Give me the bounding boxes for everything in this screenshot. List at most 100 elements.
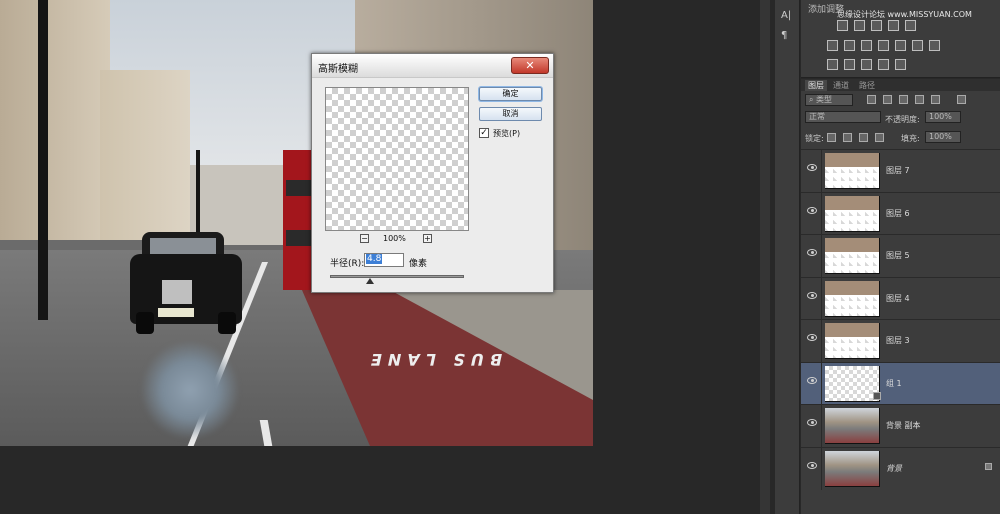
invert-icon[interactable] [827,59,838,70]
radius-unit: 像素 [409,259,428,269]
fill-input[interactable]: 100% [925,131,961,143]
exposure-icon[interactable] [888,20,899,31]
adjustment-filter-icon[interactable] [883,95,892,104]
blend-mode-select[interactable]: 正常 [805,111,881,123]
layer-row[interactable]: 图层 7 [801,149,1000,192]
visibility-eye-icon[interactable] [807,249,817,256]
lock-label: 锁定: [805,134,824,143]
layer-row[interactable]: 图层 4 [801,276,1000,320]
layer-thumbnail[interactable] [825,153,880,189]
adjustment-icons-row-1 [837,20,1000,31]
tab-channels[interactable]: 通道 [833,80,849,91]
black-taxi [130,232,245,334]
preview-checkbox[interactable]: ✓ [479,128,489,138]
visibility-eye-icon[interactable] [807,376,817,384]
lock-position-icon[interactable] [859,133,868,142]
visibility-eye-icon[interactable] [807,461,817,469]
shape-filter-icon[interactable] [915,95,924,104]
threshold-icon[interactable] [861,59,872,70]
smart-object-filter-icon[interactable] [931,95,940,104]
character-panel-icon[interactable]: A| [781,10,791,21]
layer-thumbnail[interactable] [825,450,880,487]
visibility-eye-icon[interactable] [807,164,817,171]
row-divider [821,192,822,235]
layer-thumbnail[interactable] [825,408,880,444]
taxi-plate [158,308,194,317]
vibrance-icon[interactable] [905,20,916,31]
brightness-icon[interactable] [837,20,848,31]
filter-toggle-icon[interactable] [957,95,966,104]
row-divider [821,362,822,405]
layer-row[interactable]: 背景 副本 [801,404,1000,447]
paragraph-panel-icon[interactable]: ¶ [781,30,787,41]
layer-name[interactable]: 图层 3 [886,335,910,346]
ok-button[interactable]: 确定 [479,87,542,101]
radius-input[interactable]: 4.8 [364,253,404,267]
layer-filter-select[interactable]: ⌕ 类型 [805,94,853,106]
color-lookup-icon[interactable] [912,40,923,51]
curves-icon[interactable] [871,20,882,31]
opacity-input[interactable]: 100% [925,111,961,123]
row-divider [821,150,822,192]
selective-color-icon[interactable] [895,59,906,70]
visibility-eye-icon[interactable] [807,206,817,214]
layer-thumbnail[interactable] [825,238,880,274]
radius-slider-thumb[interactable] [366,278,375,284]
search-icon: ⌕ [809,95,817,104]
hue-icon[interactable] [827,40,838,51]
group-badge-icon [873,391,881,400]
blur-preview-pane[interactable] [325,87,469,231]
layer-thumbnail[interactable] [825,365,880,402]
bw-icon[interactable] [861,40,872,51]
zoom-out-button[interactable]: − [360,234,369,243]
type-filter-icon[interactable] [899,95,908,104]
grid-icon[interactable] [929,40,940,51]
layer-name[interactable]: 图层 6 [886,208,910,219]
blurred-area [140,340,240,440]
layer-thumbnail[interactable] [825,323,880,359]
layer-row[interactable]: 图层 6 [801,191,1000,235]
pixel-filter-icon[interactable] [867,95,876,104]
adjustments-panel: 添加调整 思缘设计论坛 www.MISSYUAN.COM [801,0,1000,78]
layer-thumbnail[interactable] [825,195,880,232]
lock-image-icon[interactable] [843,133,852,142]
preview-zoom-controls: − 100% + [360,234,434,246]
layer-name[interactable]: 背景 [886,463,902,474]
radius-slider-track[interactable] [330,275,464,278]
row-divider [821,235,822,277]
visibility-eye-icon[interactable] [807,334,817,341]
layer-name[interactable]: 图层 7 [886,165,910,176]
layer-name[interactable]: 图层 4 [886,293,910,304]
dialog-title: 高斯模糊 [318,64,358,75]
tab-layers[interactable]: 图层 [805,80,827,91]
layer-row[interactable]: 组 1 [801,361,1000,405]
close-button[interactable]: ✕ [511,57,549,74]
color-balance-icon[interactable] [844,40,855,51]
channel-mixer-icon[interactable] [895,40,906,51]
zoom-in-button[interactable]: + [423,234,432,243]
visibility-eye-icon[interactable] [807,419,817,426]
watermark: 思缘设计论坛 www.MISSYUAN.COM [837,10,972,19]
layer-thumbnail[interactable] [825,280,880,317]
layer-row[interactable]: 图层 3 [801,319,1000,362]
layer-name[interactable]: 背景 副本 [886,420,921,431]
gaussian-blur-dialog: 高斯模糊 ✕ − 100% + 确定 取消 ✓ 预览(P) 半径(R): 4.8… [311,53,554,293]
levels-icon[interactable] [854,20,865,31]
row-divider [821,277,822,320]
tab-paths[interactable]: 路径 [859,80,875,91]
preview-checkbox-label: 预览(P) [493,129,521,138]
panel-icon-column: A| ¶ [775,0,800,514]
layer-row[interactable]: 背景 [801,446,1000,490]
cancel-button[interactable]: 取消 [479,107,542,121]
layer-name[interactable]: 图层 5 [886,250,910,261]
lock-all-icon[interactable] [875,133,884,142]
gradient-map-icon[interactable] [878,59,889,70]
layer-name[interactable]: 组 1 [886,378,902,389]
layer-row[interactable]: 图层 5 [801,234,1000,277]
photo-filter-icon[interactable] [878,40,889,51]
visibility-eye-icon[interactable] [807,291,817,299]
posterize-icon[interactable] [844,59,855,70]
lock-icon [985,462,992,470]
dialog-titlebar[interactable]: 高斯模糊 ✕ [312,54,553,78]
lock-transparent-icon[interactable] [827,133,836,142]
